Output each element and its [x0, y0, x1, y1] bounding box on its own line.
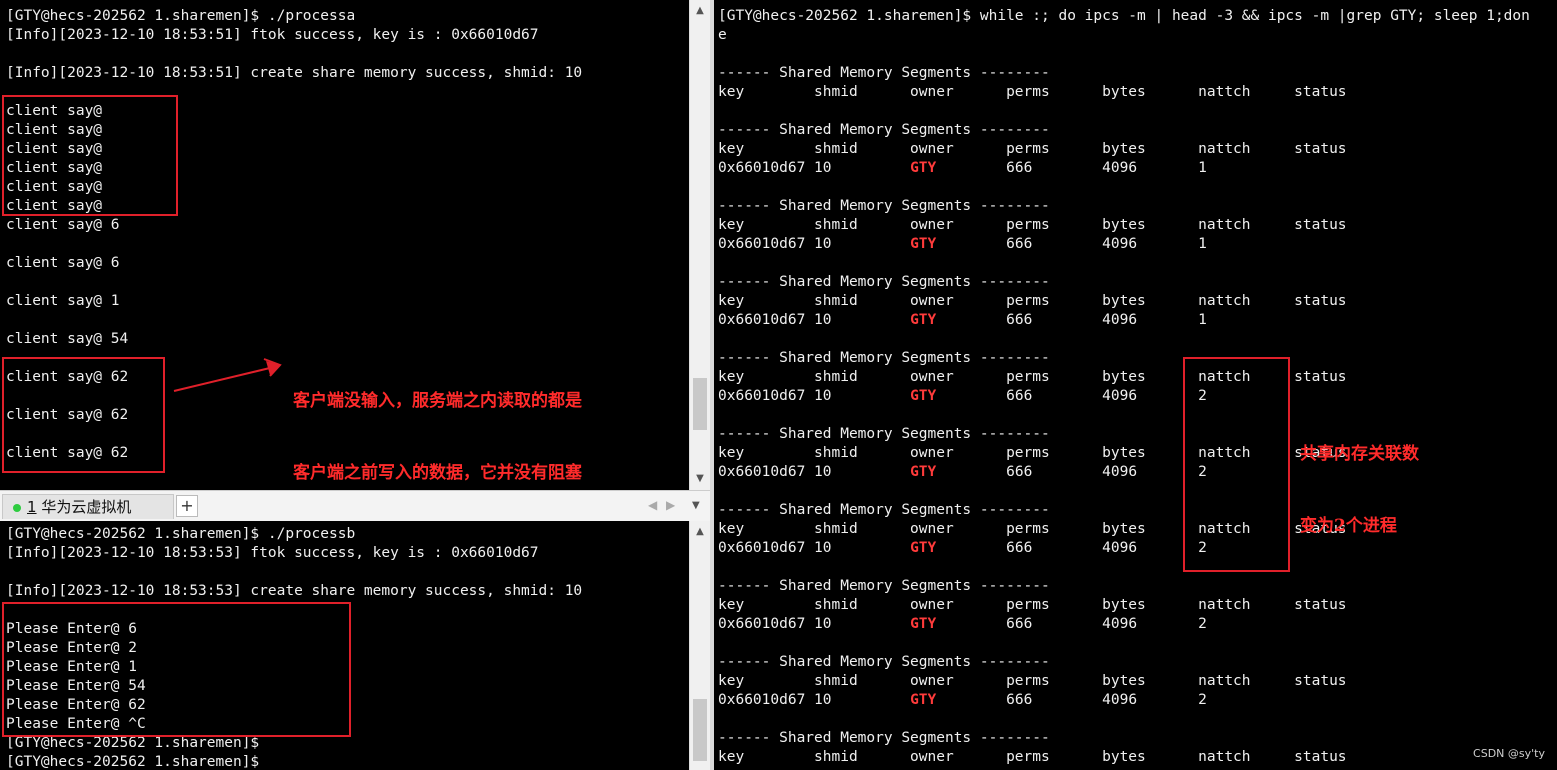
- terminal-line: client say@ 6: [6, 217, 120, 233]
- segment-row: 0x66010d67 10 GTY 666 4096 1: [718, 312, 1207, 328]
- segment-row: 0x66010d67 10 GTY 666 4096 1: [718, 160, 1207, 176]
- segment-columns: key shmid owner perms bytes nattch statu…: [718, 217, 1347, 233]
- terminal-line: [GTY@hecs-202562 1.sharemen]$ ./processa: [6, 8, 356, 24]
- terminal-line: client say@ 1: [6, 293, 120, 309]
- segment-header: ------ Shared Memory Segments --------: [718, 578, 1050, 594]
- highlight-box-nattch: [1183, 357, 1290, 572]
- terminal-line: client say@ 6: [6, 255, 120, 271]
- terminal-line: [Info][2023-12-10 18:53:53] ftok success…: [6, 545, 539, 561]
- segment-columns: key shmid owner perms bytes nattch statu…: [718, 673, 1347, 689]
- right-terminal[interactable]: [GTY@hecs-202562 1.sharemen]$ while :; d…: [714, 0, 1557, 770]
- tab-prev-icon[interactable]: ◀: [648, 498, 657, 512]
- segment-header: ------ Shared Memory Segments --------: [718, 122, 1050, 138]
- scroll-down-icon[interactable]: ▼: [690, 470, 710, 488]
- segment-header: ------ Shared Memory Segments --------: [718, 65, 1050, 81]
- tab-menu-icon[interactable]: ▼: [692, 500, 700, 511]
- highlight-box-repeated-reads: [2, 357, 165, 473]
- left-bottom-scrollbar[interactable]: ▲: [689, 521, 710, 770]
- segment-columns: key shmid owner perms bytes nattch statu…: [718, 369, 1347, 385]
- tab-number: 1: [27, 498, 37, 516]
- tab-huawei-cloud-vm[interactable]: 1 华为云虚拟机: [2, 494, 174, 519]
- new-tab-button[interactable]: +: [176, 495, 198, 517]
- watch-command-line: e: [718, 27, 727, 43]
- segment-columns: key shmid owner perms bytes nattch statu…: [718, 84, 1347, 100]
- watermark: CSDN @sy'ty: [1473, 747, 1545, 760]
- owner-highlight: GTY: [910, 540, 937, 556]
- segment-row: 0x66010d67 10 GTY 666 4096 2: [718, 616, 1207, 632]
- segment-columns: key shmid owner perms bytes nattch statu…: [718, 141, 1347, 157]
- segment-columns: key shmid owner perms bytes nattch statu…: [718, 749, 1347, 765]
- tab-label: 华为云虚拟机: [41, 498, 132, 516]
- owner-highlight: GTY: [910, 616, 937, 632]
- highlight-box-empty-reads: [2, 95, 178, 216]
- tab-next-icon[interactable]: ▶: [666, 498, 675, 512]
- annotation-left: 客户端没输入，服务端之内读取的都是 客户端之前写入的数据，它并没有阻塞: [293, 341, 582, 509]
- connected-status-icon: [13, 503, 21, 512]
- scroll-thumb[interactable]: [693, 378, 707, 430]
- segment-row: 0x66010d67 10 GTY 666 4096 1: [718, 236, 1207, 252]
- left-top-scrollbar[interactable]: ▲ ▼: [689, 0, 710, 490]
- owner-highlight: GTY: [910, 388, 937, 404]
- terminal-line: [GTY@hecs-202562 1.sharemen]$: [6, 754, 260, 770]
- segment-row: 0x66010d67 10 GTY 666 4096 2: [718, 692, 1207, 708]
- segment-columns: key shmid owner perms bytes nattch statu…: [718, 597, 1347, 613]
- annotation-right-line1: 共享内存关联数: [1300, 444, 1419, 464]
- scroll-up-icon[interactable]: ▲: [690, 2, 710, 20]
- owner-highlight: GTY: [910, 236, 937, 252]
- segment-header: ------ Shared Memory Segments --------: [718, 198, 1050, 214]
- annotation-left-line1: 客户端没输入，服务端之内读取的都是: [293, 391, 582, 411]
- annotation-right: 共享内存关联数 变为2个进程: [1300, 394, 1419, 562]
- terminal-line: [Info][2023-12-10 18:53:51] ftok success…: [6, 27, 539, 43]
- segment-header: ------ Shared Memory Segments --------: [718, 274, 1050, 290]
- owner-highlight: GTY: [910, 692, 937, 708]
- watch-command-line: [GTY@hecs-202562 1.sharemen]$ while :; d…: [718, 8, 1530, 24]
- annotation-left-line2: 客户端之前写入的数据，它并没有阻塞: [293, 463, 582, 483]
- terminal-line: [GTY@hecs-202562 1.sharemen]$ ./processb: [6, 526, 356, 542]
- scroll-thumb[interactable]: [693, 699, 707, 761]
- owner-highlight: GTY: [910, 160, 937, 176]
- highlight-box-client-input: [2, 602, 351, 737]
- annotation-arrow-icon: [173, 358, 282, 392]
- scroll-up-icon[interactable]: ▲: [690, 523, 710, 541]
- segment-header: ------ Shared Memory Segments --------: [718, 730, 1050, 746]
- segment-columns: key shmid owner perms bytes nattch statu…: [718, 293, 1347, 309]
- terminal-line: [Info][2023-12-10 18:53:51] create share…: [6, 65, 583, 81]
- right-output: [GTY@hecs-202562 1.sharemen]$ while :; d…: [718, 7, 1530, 767]
- owner-highlight: GTY: [910, 312, 937, 328]
- terminal-line: [Info][2023-12-10 18:53:53] create share…: [6, 583, 583, 599]
- segment-header: ------ Shared Memory Segments --------: [718, 350, 1050, 366]
- owner-highlight: GTY: [910, 464, 937, 480]
- segment-header: ------ Shared Memory Segments --------: [718, 654, 1050, 670]
- annotation-right-line2: 变为2个进程: [1300, 516, 1397, 536]
